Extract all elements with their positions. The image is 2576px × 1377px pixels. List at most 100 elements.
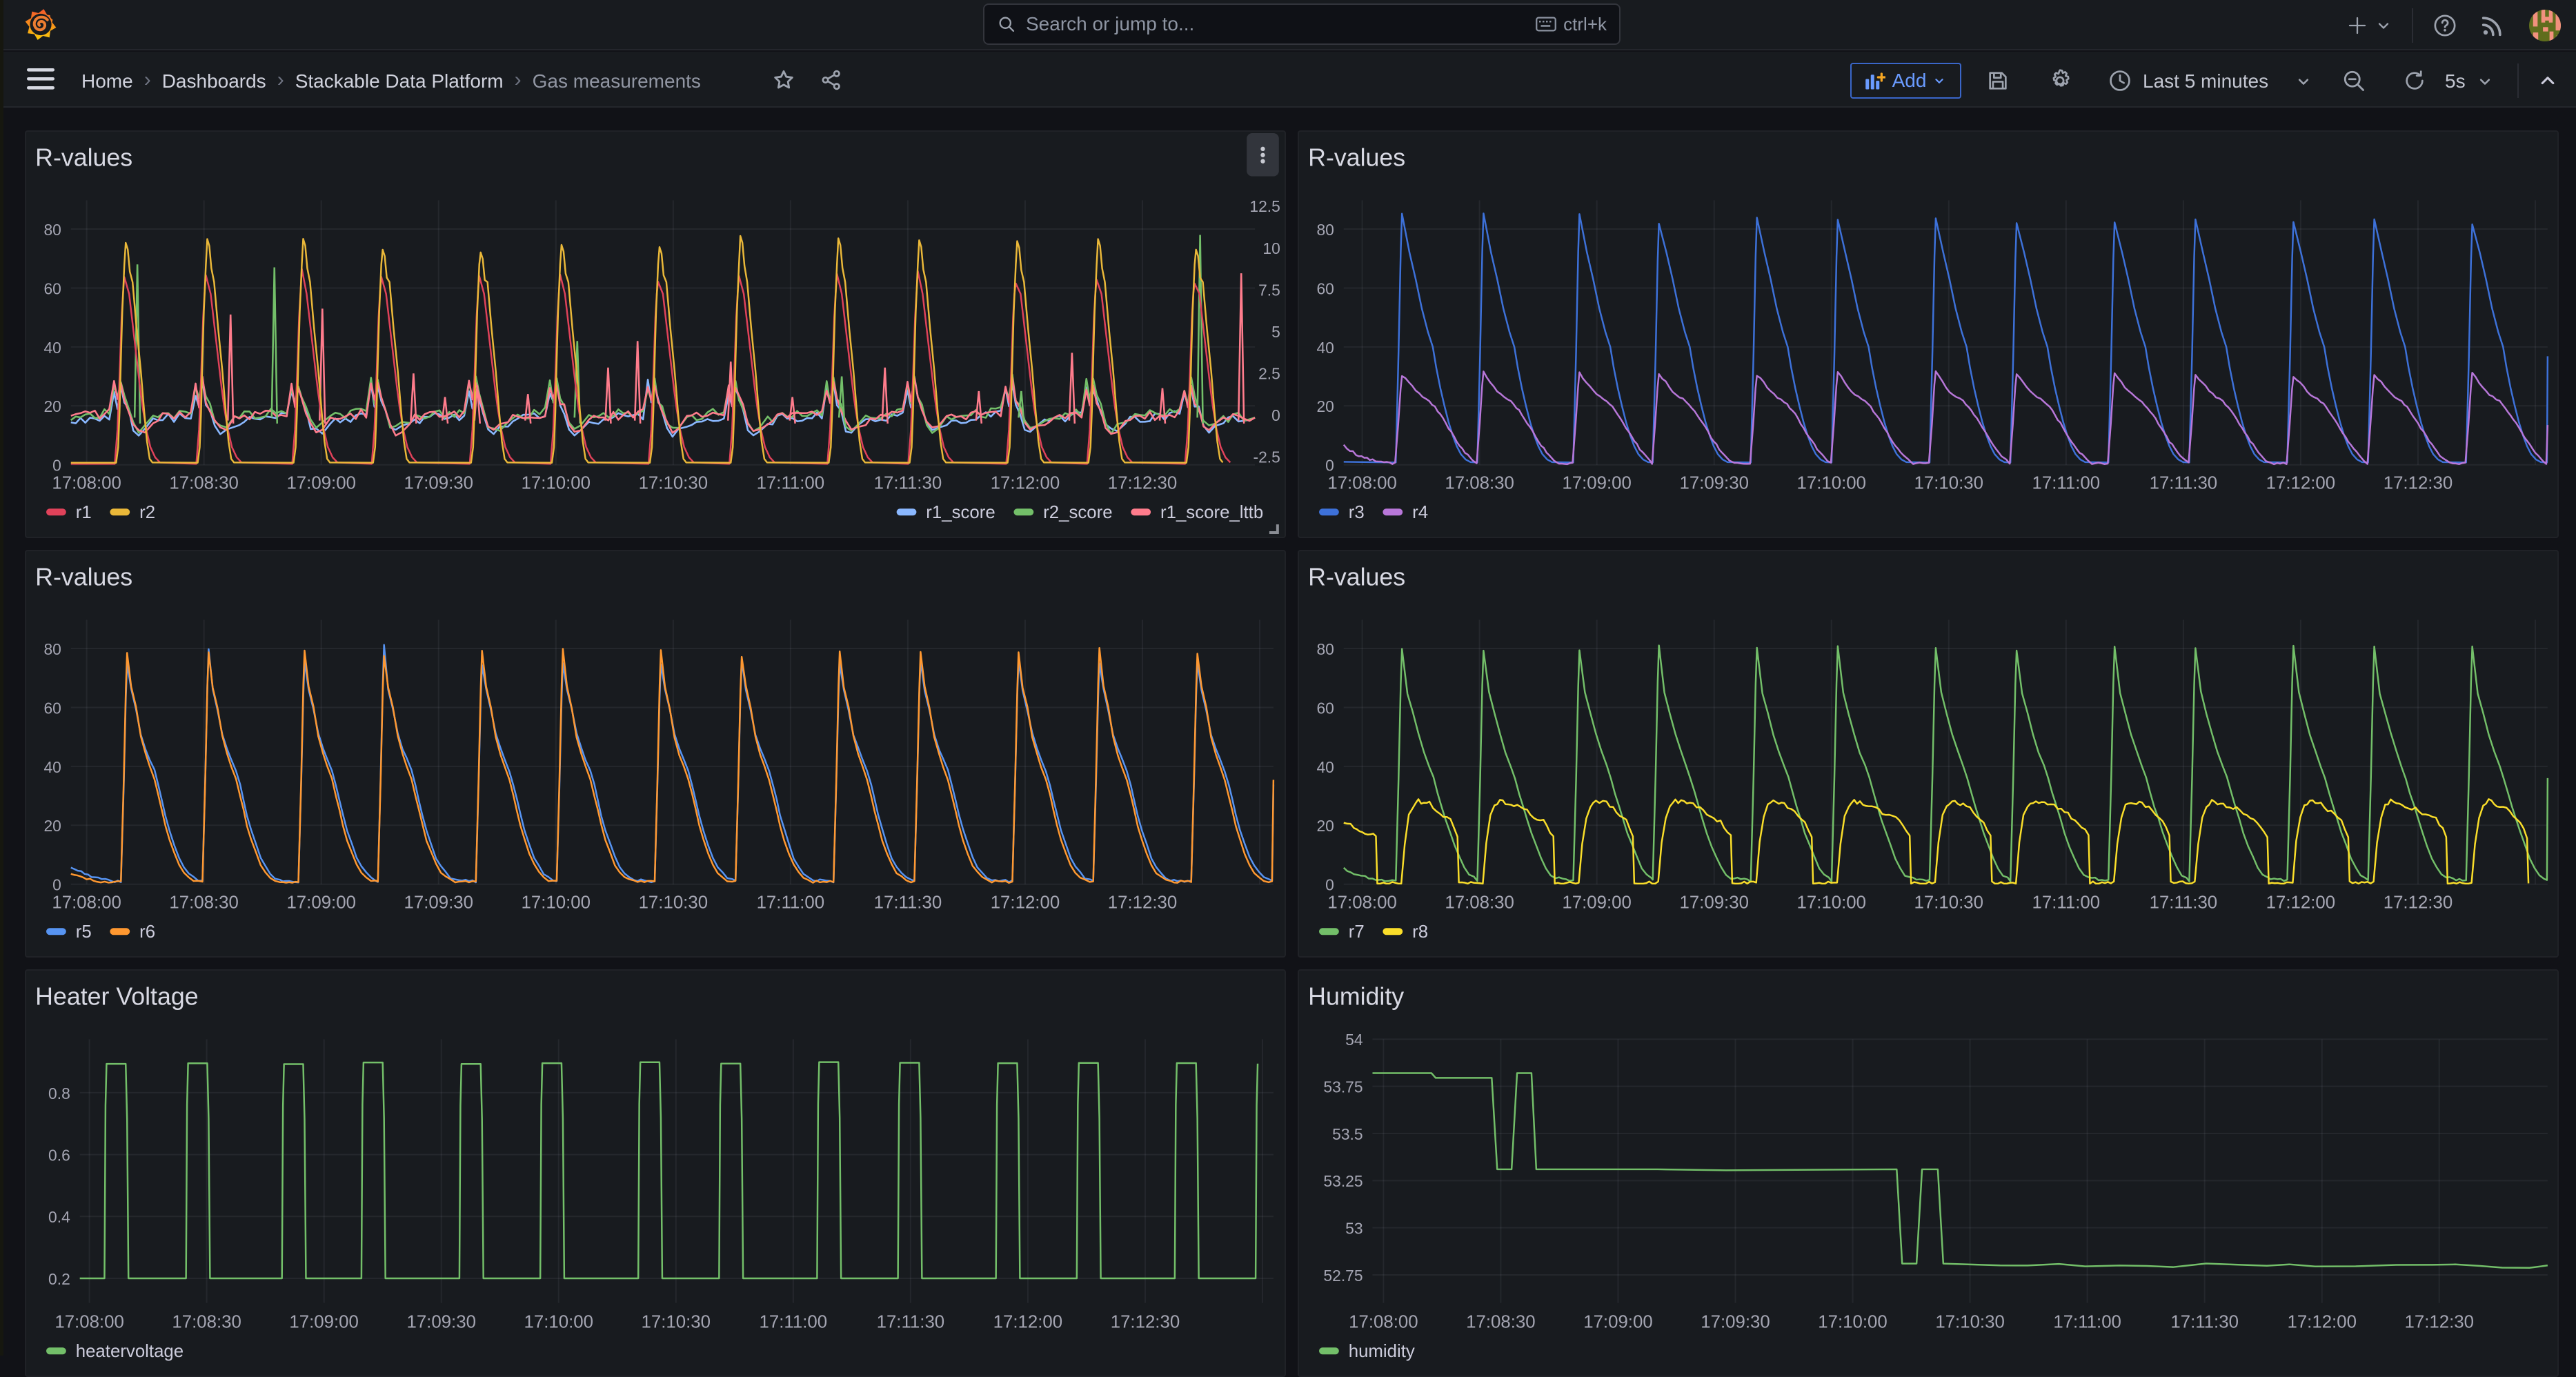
svg-text:17:11:30: 17:11:30 <box>874 893 942 912</box>
svg-text:17:10:00: 17:10:00 <box>522 473 591 493</box>
svg-text:20: 20 <box>43 817 61 835</box>
svg-text:17:08:00: 17:08:00 <box>52 893 121 912</box>
svg-text:17:10:30: 17:10:30 <box>639 893 708 912</box>
svg-text:17:10:00: 17:10:00 <box>1797 473 1866 493</box>
svg-text:R-values: R-values <box>1308 564 1405 591</box>
svg-text:17:08:00: 17:08:00 <box>1327 893 1396 912</box>
svg-text:17:11:30: 17:11:30 <box>2150 473 2218 493</box>
svg-text:17:09:30: 17:09:30 <box>404 473 473 493</box>
svg-text:17:09:30: 17:09:30 <box>1701 1312 1770 1331</box>
svg-text:80: 80 <box>43 640 61 658</box>
svg-text:17:08:30: 17:08:30 <box>1445 893 1514 912</box>
svg-text:17:10:00: 17:10:00 <box>1818 1312 1887 1331</box>
svg-text:17:10:00: 17:10:00 <box>1797 893 1866 912</box>
svg-text:17:09:00: 17:09:00 <box>286 893 355 912</box>
svg-text:heatervoltage: heatervoltage <box>76 1342 184 1361</box>
svg-text:R-values: R-values <box>35 564 132 591</box>
svg-text:12.5: 12.5 <box>1249 197 1280 215</box>
svg-text:17:12:00: 17:12:00 <box>991 473 1060 493</box>
svg-text:0.2: 0.2 <box>48 1270 70 1288</box>
svg-text:0: 0 <box>52 457 61 475</box>
svg-text:17:11:00: 17:11:00 <box>2053 1312 2121 1331</box>
svg-text:0.6: 0.6 <box>48 1147 70 1165</box>
svg-text:17:08:00: 17:08:00 <box>1327 473 1396 493</box>
svg-text:17:08:00: 17:08:00 <box>1349 1312 1418 1331</box>
svg-text:53.75: 53.75 <box>1323 1078 1363 1096</box>
svg-text:17:12:00: 17:12:00 <box>993 1312 1062 1331</box>
svg-text:52.75: 52.75 <box>1323 1267 1363 1285</box>
svg-text:17:08:30: 17:08:30 <box>169 893 238 912</box>
svg-text:20: 20 <box>1316 397 1334 415</box>
svg-text:0.4: 0.4 <box>48 1208 70 1226</box>
svg-text:17:09:30: 17:09:30 <box>1679 473 1748 493</box>
svg-text:60: 60 <box>1316 699 1334 717</box>
svg-text:17:08:00: 17:08:00 <box>55 1312 123 1331</box>
svg-text:7.5: 7.5 <box>1258 281 1280 299</box>
svg-text:r6: r6 <box>139 922 155 942</box>
svg-text:17:09:00: 17:09:00 <box>1583 1312 1652 1331</box>
svg-text:r4: r4 <box>1412 503 1428 522</box>
svg-text:60: 60 <box>43 699 61 717</box>
svg-text:40: 40 <box>1316 758 1334 776</box>
svg-text:53: 53 <box>1345 1220 1363 1238</box>
svg-text:20: 20 <box>1316 817 1334 835</box>
svg-text:17:09:00: 17:09:00 <box>1562 473 1631 493</box>
svg-text:r2_score: r2_score <box>1043 503 1112 522</box>
svg-text:17:12:30: 17:12:30 <box>2405 1312 2474 1331</box>
svg-text:80: 80 <box>1316 640 1334 658</box>
svg-text:40: 40 <box>43 758 61 776</box>
svg-text:17:12:30: 17:12:30 <box>2384 473 2453 493</box>
svg-text:40: 40 <box>1316 339 1334 357</box>
svg-text:17:12:00: 17:12:00 <box>2266 893 2335 912</box>
svg-text:53.25: 53.25 <box>1323 1172 1363 1190</box>
svg-text:0.8: 0.8 <box>48 1084 70 1102</box>
svg-text:0: 0 <box>1325 457 1334 475</box>
svg-text:80: 80 <box>43 221 61 239</box>
svg-text:r1_score: r1_score <box>926 503 995 522</box>
svg-text:17:11:00: 17:11:00 <box>760 1312 828 1331</box>
svg-text:5: 5 <box>1271 323 1280 341</box>
svg-text:17:11:00: 17:11:00 <box>2032 893 2101 912</box>
svg-text:0: 0 <box>52 876 61 894</box>
svg-text:17:12:00: 17:12:00 <box>991 893 1060 912</box>
svg-text:17:11:00: 17:11:00 <box>757 473 825 493</box>
svg-text:2.5: 2.5 <box>1258 365 1280 383</box>
svg-text:r3: r3 <box>1349 503 1365 522</box>
svg-text:17:12:30: 17:12:30 <box>2384 893 2453 912</box>
svg-text:r8: r8 <box>1412 922 1428 942</box>
svg-text:17:10:30: 17:10:30 <box>642 1312 711 1331</box>
svg-text:17:11:30: 17:11:30 <box>2170 1312 2239 1331</box>
svg-text:r7: r7 <box>1349 922 1365 942</box>
svg-text:17:09:00: 17:09:00 <box>289 1312 358 1331</box>
svg-text:r1: r1 <box>76 503 92 522</box>
svg-text:20: 20 <box>43 397 61 415</box>
svg-text:17:10:00: 17:10:00 <box>522 893 591 912</box>
svg-text:R-values: R-values <box>1308 144 1405 172</box>
svg-text:17:09:30: 17:09:30 <box>404 893 473 912</box>
svg-text:r1_score_lttb: r1_score_lttb <box>1160 503 1263 522</box>
svg-text:r2: r2 <box>139 503 155 522</box>
svg-text:54: 54 <box>1345 1031 1363 1049</box>
svg-text:17:09:30: 17:09:30 <box>1679 893 1748 912</box>
svg-text:R-values: R-values <box>35 144 132 172</box>
svg-text:17:10:00: 17:10:00 <box>524 1312 593 1331</box>
svg-text:53.5: 53.5 <box>1332 1125 1363 1143</box>
svg-text:17:11:30: 17:11:30 <box>874 473 942 493</box>
svg-text:17:10:30: 17:10:30 <box>1914 473 1983 493</box>
svg-text:17:10:30: 17:10:30 <box>1914 893 1983 912</box>
svg-text:Humidity: Humidity <box>1308 983 1404 1011</box>
svg-text:17:11:30: 17:11:30 <box>2150 893 2218 912</box>
svg-text:r5: r5 <box>76 922 92 942</box>
svg-text:-2.5: -2.5 <box>1253 448 1280 466</box>
svg-text:17:09:00: 17:09:00 <box>1562 893 1631 912</box>
svg-text:17:11:00: 17:11:00 <box>757 893 825 912</box>
svg-text:17:08:30: 17:08:30 <box>1445 473 1514 493</box>
svg-text:80: 80 <box>1316 221 1334 239</box>
svg-text:0: 0 <box>1325 876 1334 894</box>
svg-text:17:12:30: 17:12:30 <box>1111 1312 1180 1331</box>
svg-text:17:09:00: 17:09:00 <box>286 473 355 493</box>
svg-text:17:10:30: 17:10:30 <box>1935 1312 2004 1331</box>
svg-text:0: 0 <box>1271 406 1280 424</box>
svg-text:17:08:00: 17:08:00 <box>52 473 121 493</box>
svg-text:Heater Voltage: Heater Voltage <box>35 983 199 1011</box>
